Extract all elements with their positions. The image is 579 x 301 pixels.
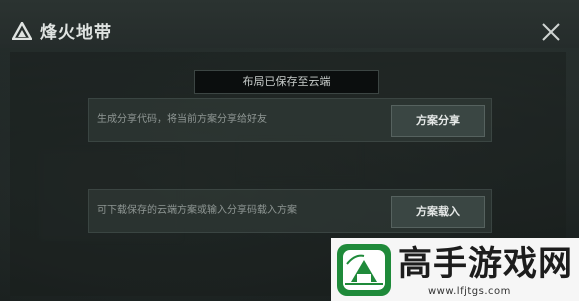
watermark-name: 高手游戏网 bbox=[398, 244, 573, 284]
share-row: 生成分享代码，将当前方案分享给好友 方案分享 bbox=[88, 98, 492, 142]
watermark-url: www.lfjtgs.com bbox=[428, 286, 511, 297]
load-description: 可下载保存的云端方案或输入分享码载入方案 bbox=[97, 205, 297, 216]
share-plan-button[interactable]: 方案分享 bbox=[391, 105, 485, 137]
close-icon[interactable] bbox=[541, 22, 561, 42]
load-plan-button[interactable]: 方案载入 bbox=[391, 196, 485, 228]
load-row: 可下载保存的云端方案或输入分享码载入方案 方案载入 bbox=[88, 189, 492, 233]
title-group: 烽火地带 bbox=[12, 18, 112, 43]
watermark-logo-icon bbox=[337, 244, 391, 296]
page-title: 烽火地带 bbox=[40, 23, 112, 43]
warning-triangle-icon bbox=[12, 21, 32, 40]
saved-notice: 布局已保存至云端 bbox=[194, 70, 379, 94]
dialog-header: 烽火地带 bbox=[0, 0, 579, 48]
share-description: 生成分享代码，将当前方案分享给好友 bbox=[97, 114, 267, 125]
